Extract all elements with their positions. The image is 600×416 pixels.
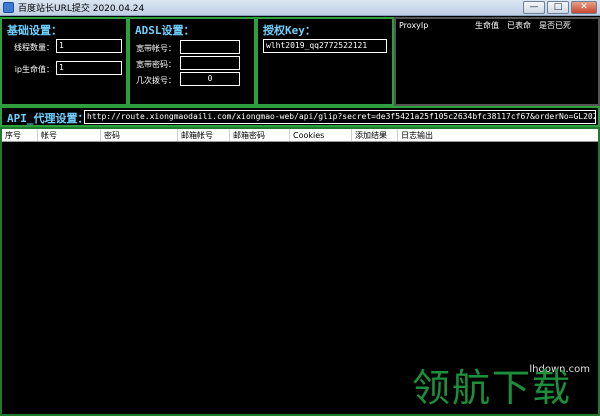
adsl-password-label: 宽带密码： (136, 60, 176, 69)
minimize-button[interactable]: — (523, 1, 545, 14)
col-password[interactable]: 密码 (101, 129, 178, 141)
auth-key-input[interactable]: wlht2019_qq2772522121 (263, 39, 387, 53)
proxy-list-panel[interactable]: ProxyIp 生命值 已表命 是否已死 (394, 17, 600, 106)
auth-key-title: 授权Key： (263, 24, 316, 37)
basic-settings-panel: 基础设置： 线程数量： 1 ip生命值： 1 (0, 17, 128, 106)
adsl-password-input[interactable] (180, 56, 240, 70)
ip-life-label: ip生命值： (14, 65, 54, 74)
adsl-settings-panel: ADSL设置： 宽带帐号： 宽带密码： 几次拨号： 0 (128, 17, 256, 106)
col-email-account[interactable]: 邮箱帐号 (178, 129, 230, 141)
proxy-col-used[interactable]: 已表命 (504, 19, 536, 32)
maximize-button[interactable]: □ (547, 1, 569, 14)
adsl-settings-title: ADSL设置： (135, 24, 195, 37)
proxy-col-ip[interactable]: ProxyIp (396, 19, 472, 32)
watermark: lhdown.com 领航下载 (412, 364, 592, 412)
window-title: 百度站长URL提交 2020.04.24 (18, 4, 145, 14)
thread-count-label: 线程数量： (14, 43, 54, 52)
col-index[interactable]: 序号 (2, 129, 38, 141)
close-button[interactable]: ✕ (571, 1, 597, 14)
adsl-account-label: 宽带帐号： (136, 44, 176, 53)
col-email-password[interactable]: 邮箱密码 (230, 129, 290, 141)
window-controls: — □ ✕ (523, 1, 597, 14)
adsl-account-input[interactable] (180, 40, 240, 54)
col-account[interactable]: 帐号 (38, 129, 101, 141)
app-icon (3, 2, 14, 13)
proxy-col-dead[interactable]: 是否已死 (536, 19, 576, 32)
ip-life-input[interactable]: 1 (56, 61, 122, 75)
thread-count-input[interactable]: 1 (56, 39, 122, 53)
api-proxy-title: API_代理设置： (7, 112, 89, 125)
col-cookies[interactable]: Cookies (290, 129, 352, 141)
dial-count-label: 几次拨号： (136, 76, 176, 85)
proxy-list-header: ProxyIp 生命值 已表命 是否已死 (396, 19, 598, 32)
basic-settings-title: 基础设置： (7, 24, 62, 37)
col-add-result[interactable]: 添加结果 (352, 129, 398, 141)
auth-key-panel: 授权Key： wlht2019_qq2772522121 (256, 17, 394, 106)
api-url-input[interactable]: http://route.xiongmaodaili.com/xiongmao-… (84, 110, 596, 124)
proxy-col-life[interactable]: 生命值 (472, 19, 504, 32)
dial-count-input[interactable]: 0 (180, 72, 240, 86)
window-titlebar[interactable]: 百度站长URL提交 2020.04.24 — □ ✕ (0, 0, 600, 16)
watermark-brand: 领航下载 (412, 366, 573, 410)
main-table-header: 序号 帐号 密码 邮箱帐号 邮箱密码 Cookies 添加结果 日志输出 (2, 129, 598, 142)
col-log-output[interactable]: 日志输出 (398, 129, 598, 141)
api-proxy-panel: API_代理设置： http://route.xiongmaodaili.com… (0, 106, 600, 127)
